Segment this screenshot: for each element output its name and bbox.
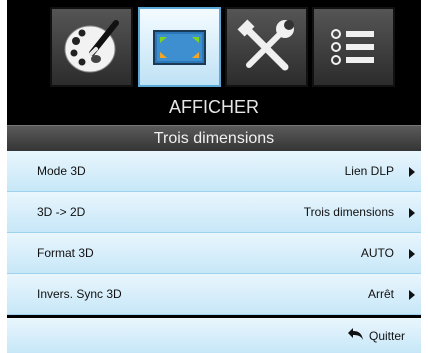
menu-item-mode-3d[interactable]: Mode 3D Lien DLP: [7, 151, 421, 192]
palette-icon: [64, 20, 119, 73]
menu-items: Mode 3D Lien DLP 3D -> 2D Trois dimensio…: [7, 151, 421, 315]
tab-options[interactable]: [312, 7, 395, 87]
tab-bar: [7, 0, 421, 89]
menu-item-value: Lien DLP: [344, 164, 394, 178]
return-arrow-icon: [347, 328, 363, 340]
tab-settings[interactable]: [225, 7, 308, 87]
chevron-right-icon[interactable]: [409, 249, 415, 259]
tab-image-settings[interactable]: [50, 7, 133, 87]
menu-item-3d-to-2d[interactable]: 3D -> 2D Trois dimensions: [7, 192, 421, 233]
menu-item-label: Format 3D: [37, 246, 94, 260]
display-icon: [153, 30, 206, 65]
chevron-right-icon[interactable]: [409, 290, 415, 300]
menu-item-label: Invers. Sync 3D: [37, 287, 122, 301]
submenu-title: Trois dimensions: [7, 125, 421, 151]
menu-title: AFFICHER: [7, 89, 421, 125]
menu-item-value: Trois dimensions: [303, 205, 394, 219]
menu-item-value: AUTO: [360, 246, 394, 260]
chevron-right-icon[interactable]: [409, 208, 415, 218]
menu-item-invers-sync-3d[interactable]: Invers. Sync 3D Arrêt: [7, 274, 421, 315]
menu-item-label: 3D -> 2D: [37, 205, 86, 219]
menu-item-format-3d[interactable]: Format 3D AUTO: [7, 233, 421, 274]
list-icon: [331, 29, 374, 65]
quit-button[interactable]: Quitter: [347, 326, 405, 346]
osd-menu: AFFICHER Trois dimensions Mode 3D Lien D…: [7, 0, 421, 353]
chevron-right-icon[interactable]: [409, 167, 415, 177]
tools-icon: [237, 19, 294, 71]
menu-footer: Quitter: [7, 318, 421, 353]
quit-label: Quitter: [368, 329, 405, 343]
tab-display[interactable]: [138, 7, 221, 87]
menu-item-label: Mode 3D: [37, 164, 86, 178]
menu-item-value: Arrêt: [367, 287, 394, 301]
